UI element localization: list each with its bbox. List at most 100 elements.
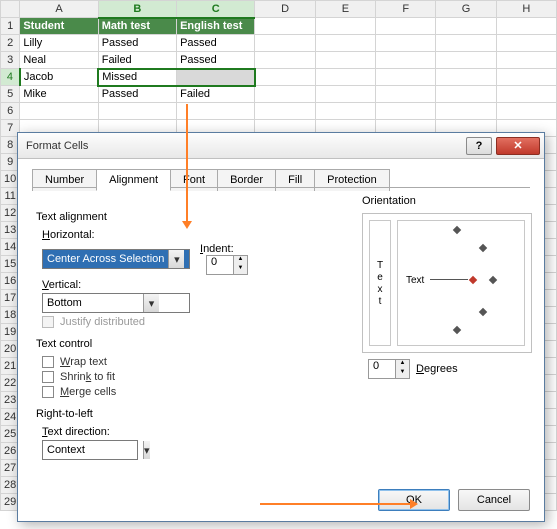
- col-A[interactable]: A: [20, 1, 98, 18]
- degrees-spinner[interactable]: 0 ▲▼: [368, 359, 410, 379]
- label-text-direction: Text direction:: [42, 426, 336, 438]
- shrink-label: Shrink to fit: [60, 371, 115, 383]
- cell[interactable]: English test: [177, 18, 255, 35]
- annotation-arrow-vertical: [186, 104, 188, 226]
- col-E[interactable]: E: [315, 1, 375, 18]
- row-3[interactable]: 3: [1, 52, 20, 69]
- shrink-to-fit-checkbox[interactable]: Shrink to fit: [42, 371, 336, 383]
- cell[interactable]: Jacob: [20, 69, 98, 86]
- cell[interactable]: [255, 52, 315, 69]
- cell[interactable]: [255, 86, 315, 103]
- merge-cells-checkbox[interactable]: Merge cells: [42, 386, 336, 398]
- cell[interactable]: [376, 18, 436, 35]
- cell[interactable]: Mike: [20, 86, 98, 103]
- cell[interactable]: [315, 52, 375, 69]
- checkbox-icon: [42, 356, 54, 368]
- cell[interactable]: Passed: [98, 86, 176, 103]
- active-cell[interactable]: Missed: [98, 69, 176, 86]
- chevron-up-icon[interactable]: ▲: [396, 360, 409, 369]
- col-D[interactable]: D: [255, 1, 315, 18]
- cell[interactable]: [376, 35, 436, 52]
- selected-cell[interactable]: [177, 69, 255, 86]
- text-direction-value: Context: [43, 444, 143, 456]
- cell[interactable]: Lilly: [20, 35, 98, 52]
- cell[interactable]: Neal: [20, 52, 98, 69]
- vertical-alignment-value: Bottom: [43, 297, 143, 309]
- dialog-titlebar[interactable]: Format Cells ? ✕: [18, 133, 544, 159]
- wrap-text-label: Wrap text: [60, 356, 107, 368]
- col-F[interactable]: F: [376, 1, 436, 18]
- cell[interactable]: [376, 86, 436, 103]
- help-button[interactable]: ?: [466, 137, 492, 155]
- text-direction-dropdown[interactable]: Context ▾: [42, 440, 138, 460]
- chevron-down-icon[interactable]: ▼: [396, 369, 409, 378]
- cell[interactable]: Student: [20, 18, 98, 35]
- cell[interactable]: [436, 52, 496, 69]
- cell[interactable]: [436, 35, 496, 52]
- cell[interactable]: [496, 52, 556, 69]
- checkbox-icon: [42, 371, 54, 383]
- annotation-arrow-horizontal: [260, 503, 415, 505]
- cell[interactable]: Passed: [98, 35, 176, 52]
- orientation-text-label: Text: [406, 275, 424, 286]
- justify-distributed-label: Justify distributed: [60, 316, 145, 328]
- vertical-alignment-dropdown[interactable]: Bottom ▾: [42, 293, 190, 313]
- degrees-label: Degrees: [416, 363, 458, 375]
- cell[interactable]: [496, 18, 556, 35]
- wrap-text-checkbox[interactable]: Wrap text: [42, 356, 336, 368]
- row-hdr[interactable]: 6: [1, 103, 20, 120]
- row-5[interactable]: 5: [1, 86, 20, 103]
- indent-spinner[interactable]: 0 ▲▼: [206, 255, 248, 275]
- cancel-button[interactable]: Cancel: [458, 489, 530, 511]
- cell[interactable]: [376, 52, 436, 69]
- merge-label: Merge cells: [60, 386, 116, 398]
- horizontal-alignment-dropdown[interactable]: Center Across Selection ▾: [42, 249, 190, 269]
- group-text-control: Text control: [36, 338, 336, 350]
- orientation-dial[interactable]: Text: [397, 220, 525, 346]
- dialog-title: Format Cells: [26, 140, 462, 152]
- checkbox-icon: [42, 316, 54, 328]
- checkbox-icon: [42, 386, 54, 398]
- group-rtl: Right-to-left: [36, 408, 336, 420]
- col-G[interactable]: G: [436, 1, 496, 18]
- row-2[interactable]: 2: [1, 35, 20, 52]
- justify-distributed-checkbox: Justify distributed: [42, 316, 336, 328]
- degrees-value: 0: [369, 360, 395, 378]
- col-B[interactable]: B: [98, 1, 176, 18]
- close-icon: ✕: [513, 139, 522, 152]
- cell[interactable]: [315, 86, 375, 103]
- cell[interactable]: [496, 69, 556, 86]
- cell[interactable]: [255, 35, 315, 52]
- col-H[interactable]: H: [496, 1, 556, 18]
- indent-value: 0: [207, 256, 233, 274]
- cell[interactable]: [315, 35, 375, 52]
- chevron-down-icon: ▾: [168, 250, 184, 268]
- cell[interactable]: [436, 86, 496, 103]
- vertical-text-button[interactable]: Text: [369, 220, 391, 346]
- row-4[interactable]: 4: [1, 69, 20, 86]
- orientation-control[interactable]: Text Text: [362, 213, 532, 353]
- cell[interactable]: Math test: [98, 18, 176, 35]
- cell[interactable]: [315, 69, 375, 86]
- chevron-down-icon[interactable]: ▼: [234, 265, 247, 274]
- chevron-up-icon[interactable]: ▲: [234, 256, 247, 265]
- cell[interactable]: [436, 18, 496, 35]
- cell[interactable]: Failed: [177, 86, 255, 103]
- cell[interactable]: [496, 86, 556, 103]
- cell[interactable]: [315, 18, 375, 35]
- format-cells-dialog: Format Cells ? ✕ Number Alignment Font B…: [17, 132, 545, 522]
- label-indent: Indent:: [200, 243, 234, 255]
- row-1[interactable]: 1: [1, 18, 20, 35]
- close-button[interactable]: ✕: [496, 137, 540, 155]
- cell[interactable]: Passed: [177, 35, 255, 52]
- cell[interactable]: [436, 69, 496, 86]
- cell[interactable]: [255, 18, 315, 35]
- col-C[interactable]: C: [177, 1, 255, 18]
- tab-alignment[interactable]: Alignment: [96, 169, 171, 191]
- select-all-corner[interactable]: [1, 1, 20, 18]
- cell[interactable]: Passed: [177, 52, 255, 69]
- cell[interactable]: Failed: [98, 52, 176, 69]
- cell[interactable]: [496, 35, 556, 52]
- cell[interactable]: [376, 69, 436, 86]
- cell[interactable]: [255, 69, 315, 86]
